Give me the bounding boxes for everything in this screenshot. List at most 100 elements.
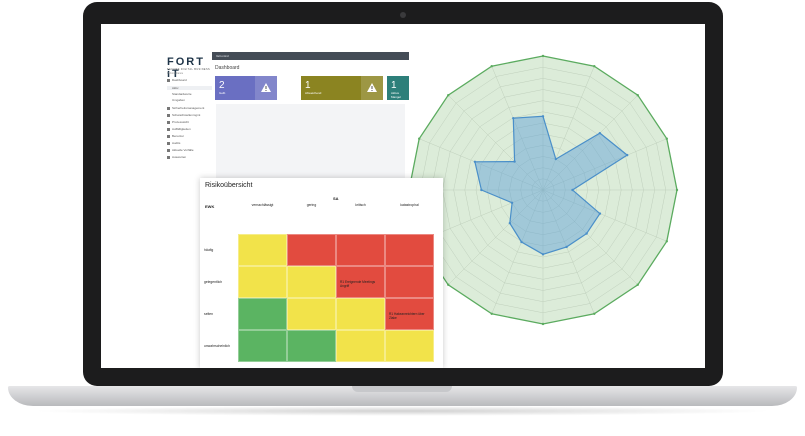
logo-sub: IT-Compliance xyxy=(167,72,184,75)
laptop-shadow xyxy=(30,406,775,416)
sidebar-item-label: Benutzer xyxy=(172,134,185,138)
card-label: Aktive Mangel xyxy=(391,91,401,99)
radar-point xyxy=(554,157,558,161)
status-card-1[interactable]: 2 Gelb xyxy=(215,76,277,100)
nav-icon xyxy=(167,113,170,117)
risk-cell-text: R1 Ereignende Meetings Angriff xyxy=(340,280,376,288)
risk-cell[interactable] xyxy=(385,266,434,298)
risk-column-header: gering xyxy=(306,203,317,207)
risk-row-header: gelegentlich xyxy=(204,280,223,284)
card-value: 1 xyxy=(305,80,311,91)
sidebar-item[interactable]: Aktuelle Vorfälle xyxy=(167,148,194,152)
radar-outer-point xyxy=(541,322,545,326)
warning-icon xyxy=(361,76,383,100)
risk-cell[interactable] xyxy=(238,298,287,330)
radar-point xyxy=(598,212,602,215)
nav-icon xyxy=(167,106,170,110)
radar-point xyxy=(520,240,523,244)
radar-point xyxy=(585,232,588,235)
radar-point xyxy=(473,160,477,163)
nav-icon xyxy=(167,148,170,152)
sidebar-item[interactable]: Auffälligkeiten xyxy=(167,127,191,131)
radar-svg xyxy=(407,54,679,326)
sidebar-item[interactable]: Benutzer xyxy=(167,134,184,138)
sidebar-item-label: Audits xyxy=(172,141,181,145)
risk-column-header: katastrophal xyxy=(400,203,419,207)
risk-y-axis-label: EWK xyxy=(205,204,215,209)
risk-cell[interactable] xyxy=(336,330,385,362)
sidebar-item-label: Aktiv xyxy=(172,86,179,90)
radar-outer-point xyxy=(490,65,493,68)
sidebar-item-label: Umgaben xyxy=(172,98,186,102)
sidebar-item-label: Prozesssicht xyxy=(172,120,190,124)
risk-cell[interactable] xyxy=(287,330,336,362)
risk-cell-text: R1 Hakeanreichtern über Zlake xyxy=(389,312,425,320)
nav-icon xyxy=(167,141,170,145)
risk-cell[interactable] xyxy=(336,234,385,266)
radar-outer-point xyxy=(636,283,639,286)
radar-point xyxy=(625,153,629,157)
card-label: Gelb xyxy=(219,91,226,95)
radar-point xyxy=(480,188,483,192)
risk-row-header: häufig xyxy=(204,248,214,252)
sidebar-item[interactable]: Schwachstellenmgmt xyxy=(167,113,200,117)
sidebar-item-label: Auffälligkeiten xyxy=(172,127,191,131)
camera-icon xyxy=(400,12,406,18)
radar-outer-point xyxy=(490,312,493,315)
nav-icon xyxy=(167,120,170,124)
radar-outer-point xyxy=(636,94,639,97)
risk-cell[interactable] xyxy=(287,234,336,266)
risk-cell[interactable] xyxy=(238,234,287,266)
sidebar-item[interactable]: Aktiv xyxy=(167,86,212,90)
page-title: Dashboard xyxy=(215,65,240,71)
radar-point xyxy=(513,160,516,163)
sidebar-item-label: Standardwerte xyxy=(172,92,192,96)
risk-title: Risikoübersicht xyxy=(205,182,253,189)
laptop-notch xyxy=(352,386,452,392)
sidebar-item[interactable]: Standardwerte xyxy=(167,92,192,96)
radar-point xyxy=(598,131,602,135)
risk-cell[interactable] xyxy=(287,298,336,330)
sidebar-item[interactable]: Prozesssicht xyxy=(167,120,189,124)
warning-icon xyxy=(255,76,277,100)
sidebar-item-label: Auswerten xyxy=(172,155,187,159)
sidebar-item-label: Sicherheitsmanagement xyxy=(172,106,205,110)
radar-outer-point xyxy=(593,65,596,68)
radar-outer-point xyxy=(675,188,679,192)
radar-point xyxy=(571,188,574,192)
sidebar-item[interactable]: Audits xyxy=(167,141,180,145)
sidebar-item[interactable]: Sicherheitsmanagement xyxy=(167,106,204,110)
sidebar-item[interactable]: Umgaben xyxy=(167,98,185,102)
radar-outer-point xyxy=(593,312,596,315)
risk-cell[interactable]: R1 Hakeanreichtern über Zlake xyxy=(385,298,434,330)
radar-outer-point xyxy=(418,137,421,140)
risk-cell[interactable] xyxy=(336,298,385,330)
nav-icon xyxy=(167,134,170,138)
laptop-screen: FORT iT SECURE DIGITAL BUSINESS IT-Compl… xyxy=(101,24,705,368)
sidebar-item-label: Schwachstellenmgmt xyxy=(172,113,201,117)
sidebar-item[interactable]: Auswerten xyxy=(167,155,186,159)
risk-cell[interactable] xyxy=(385,234,434,266)
risk-cell[interactable] xyxy=(238,330,287,362)
radar-outer-point xyxy=(665,240,668,243)
sidebar-item[interactable]: Dashboard xyxy=(167,78,187,82)
risk-x-axis-label: SA xyxy=(333,196,339,201)
risk-cell[interactable] xyxy=(385,330,434,362)
radar-point xyxy=(565,245,568,249)
risk-row-header: unwahrscheinlich xyxy=(204,344,231,348)
risk-cell[interactable] xyxy=(287,266,336,298)
radar-outer-point xyxy=(447,94,450,97)
risk-row-header: selten xyxy=(204,312,214,316)
radar-point xyxy=(541,115,545,118)
radar-point xyxy=(541,253,545,256)
radar-outer-point xyxy=(665,137,668,140)
radar-point xyxy=(508,221,512,225)
radar-chart xyxy=(403,40,705,356)
risk-cell[interactable] xyxy=(238,266,287,298)
risk-matrix-panel: Risikoübersicht SA EWK vernachlässigt ger… xyxy=(200,178,443,368)
status-card-2[interactable]: 1 Abweichend xyxy=(301,76,383,100)
logo-tagline: SECURE DIGITAL BUSINESS xyxy=(167,68,211,71)
risk-cell[interactable]: R1 Ereignende Meetings Angriff xyxy=(336,266,385,298)
status-card-3[interactable]: 1 Aktive Mangel xyxy=(387,76,409,100)
nav-icon xyxy=(167,127,170,131)
